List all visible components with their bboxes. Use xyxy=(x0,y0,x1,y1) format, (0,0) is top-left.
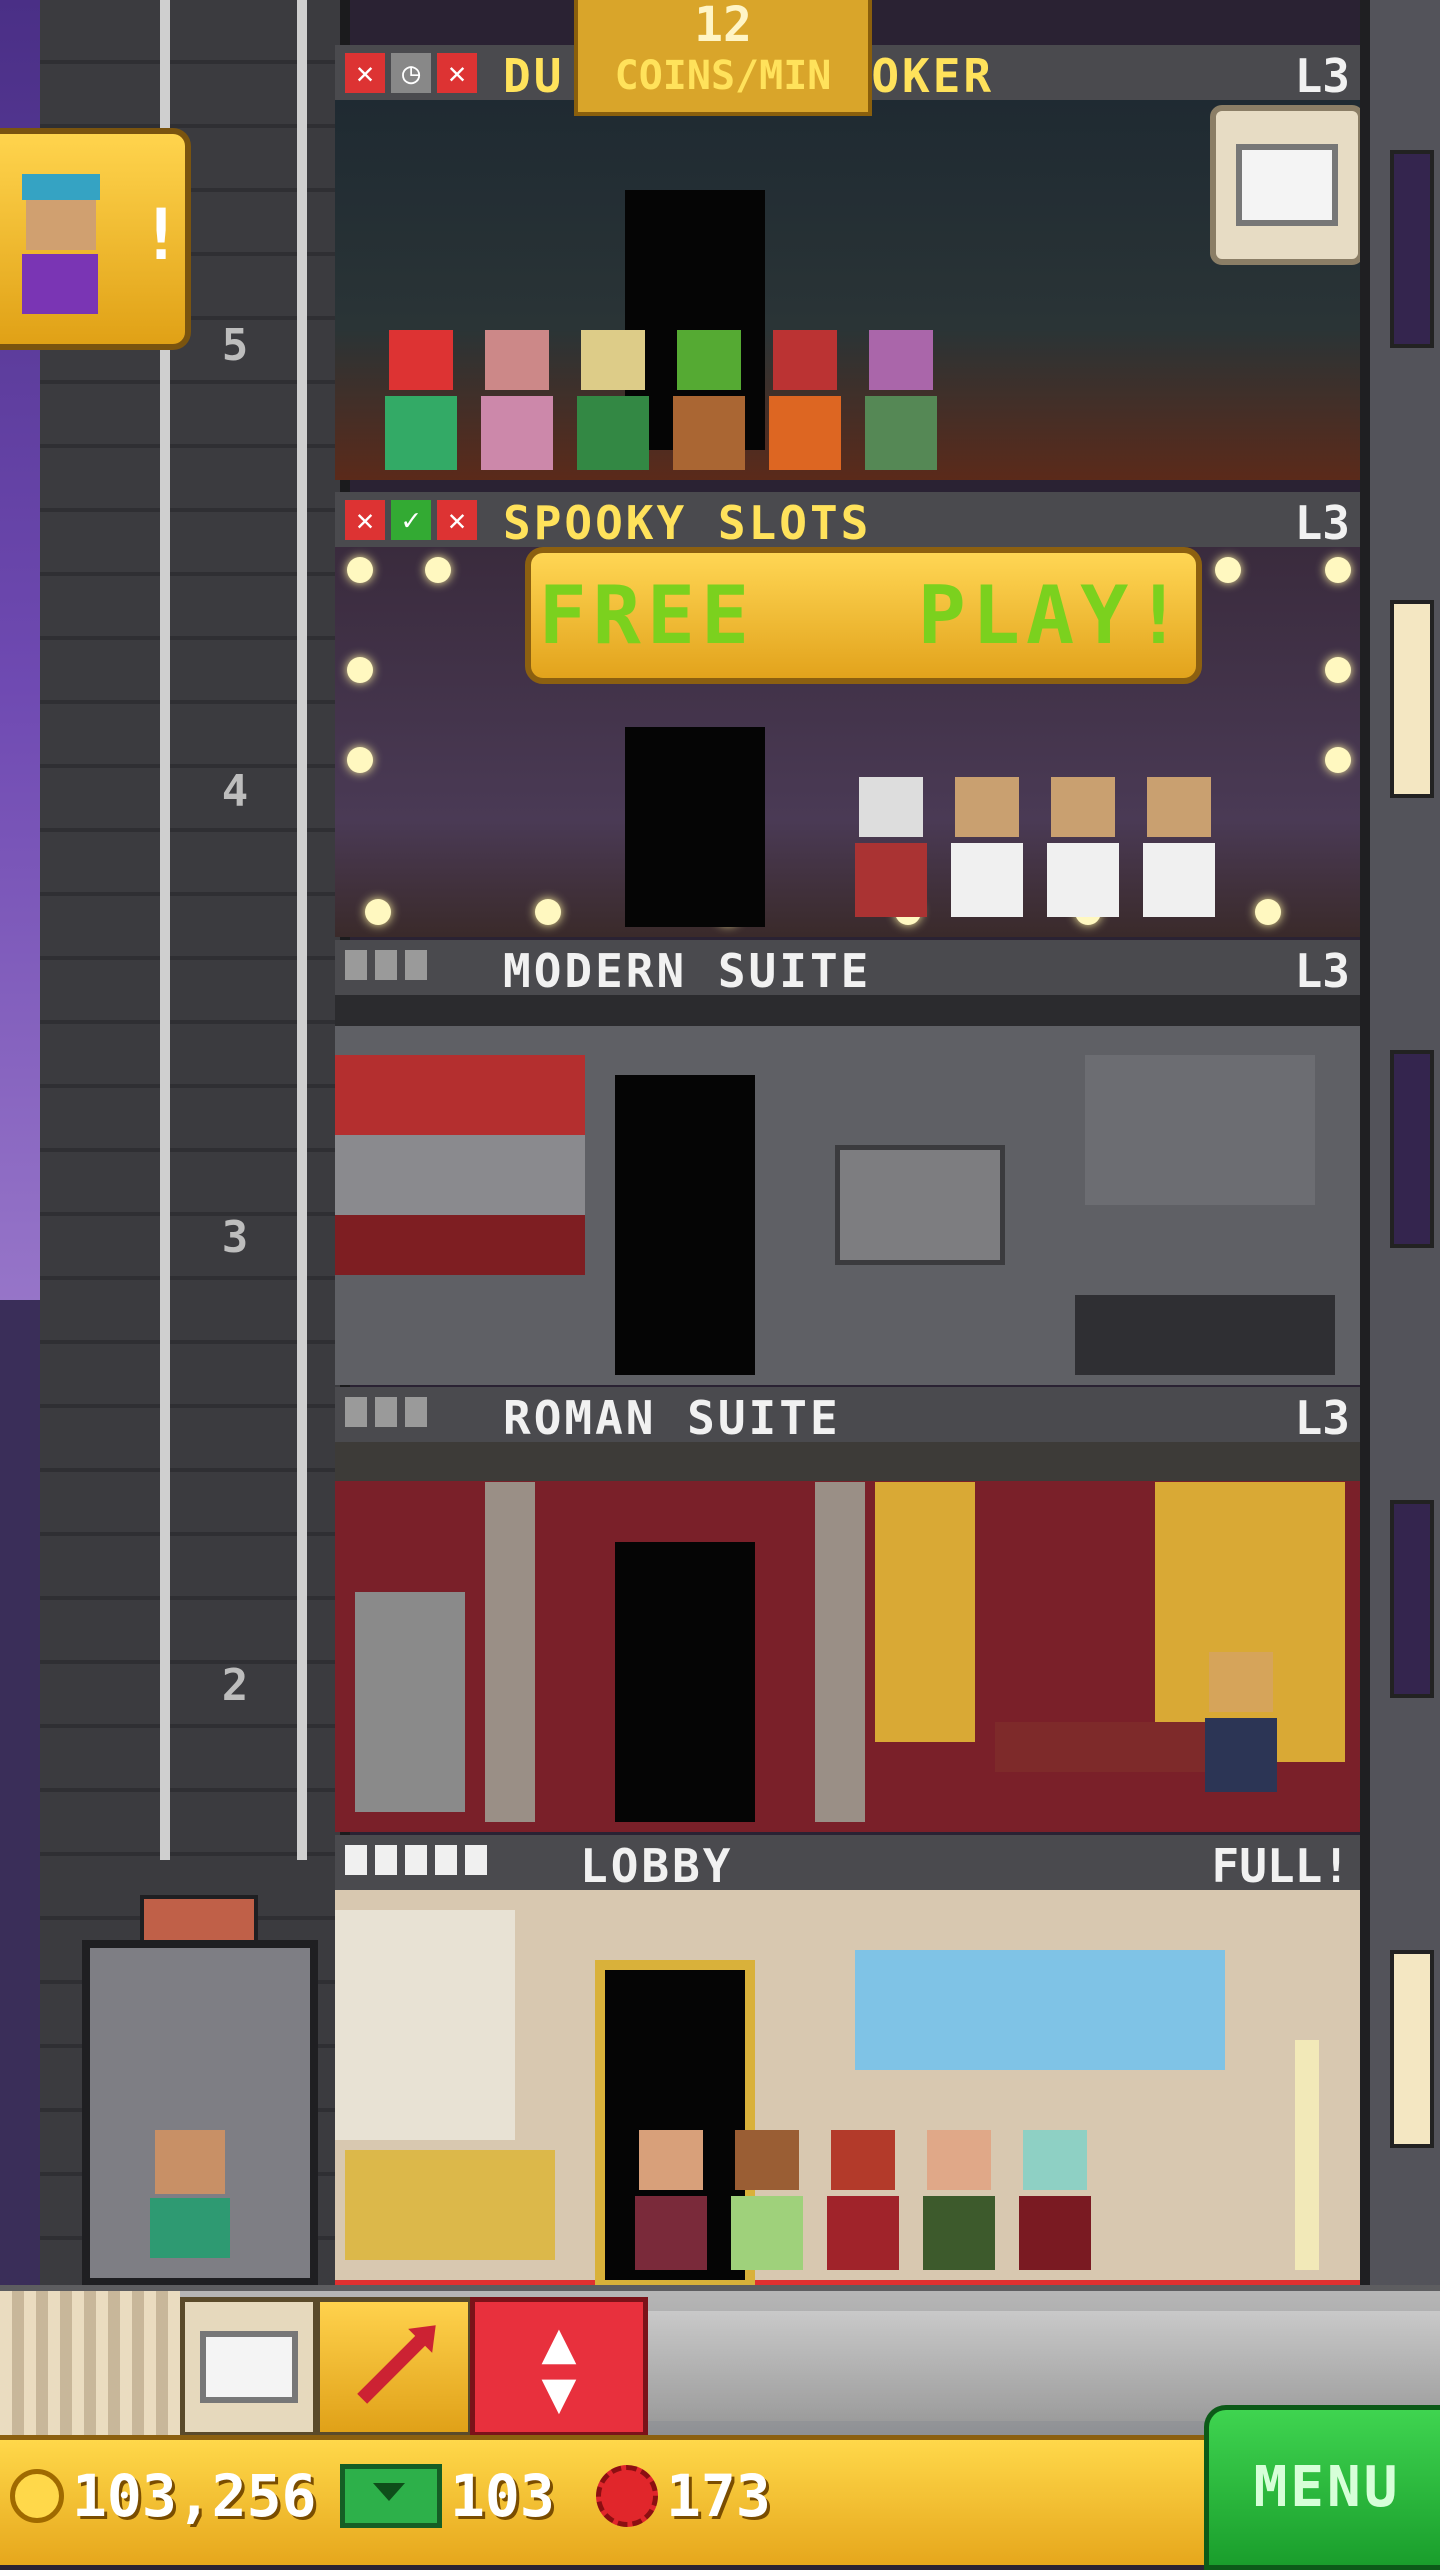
bitizens-group xyxy=(385,330,937,470)
bitizen[interactable] xyxy=(865,330,937,470)
bitizen[interactable] xyxy=(1205,1652,1277,1792)
close-icon: ✕ xyxy=(437,53,477,93)
floor-title: SPOOKY SLOTS xyxy=(503,496,872,550)
floor-header: ROMAN SUITE L3 xyxy=(335,1387,1360,1445)
gem-icon xyxy=(596,2465,658,2527)
free-play-banner[interactable]: FREE PLAY! xyxy=(525,547,1202,684)
building-edge xyxy=(1360,0,1440,2290)
clock-icon: ◷ xyxy=(391,53,431,93)
room-interior[interactable] xyxy=(335,100,1360,480)
doorway xyxy=(615,1075,755,1375)
bitizen[interactable] xyxy=(827,2130,899,2270)
gems-display[interactable]: 173 xyxy=(596,2462,771,2530)
bitizen[interactable] xyxy=(673,330,745,470)
occupancy-indicator xyxy=(345,1397,427,1427)
rocket-button[interactable] xyxy=(315,2297,473,2437)
bux-value: 103 xyxy=(450,2462,555,2530)
coins-per-min-value: 12 xyxy=(694,0,752,53)
menu-label: MENU xyxy=(1253,2455,1401,2520)
floor-title: MODERN SUITE xyxy=(503,944,872,998)
window xyxy=(1390,600,1434,798)
floor-header: ✕ ✓ ✕ SPOOKY SLOTS L3 xyxy=(335,492,1360,550)
bitizen[interactable] xyxy=(385,330,457,470)
stock-button[interactable] xyxy=(1210,105,1364,265)
floor-header: MODERN SUITE L3 xyxy=(335,940,1360,998)
bitizen[interactable] xyxy=(923,2130,995,2270)
check-icon: ✓ xyxy=(391,500,431,540)
city-skyline xyxy=(0,1300,40,2290)
occupancy-indicator xyxy=(345,950,427,980)
floor-number: 3 xyxy=(221,1212,249,1263)
bitizen[interactable] xyxy=(731,2130,803,2270)
close-icon: ✕ xyxy=(437,500,477,540)
rocket-icon xyxy=(357,2330,431,2404)
floor-number: 5 xyxy=(221,320,249,371)
floor-title: LOBBY xyxy=(580,1839,734,1893)
doorway xyxy=(615,1542,755,1822)
floor-level: L3 xyxy=(1294,49,1350,103)
bux-display[interactable]: 103 xyxy=(340,2462,555,2530)
room-interior[interactable] xyxy=(335,1442,1360,1832)
bitizens-group xyxy=(855,777,1215,917)
elevator-cable xyxy=(297,0,307,1860)
stock-all-button[interactable] xyxy=(180,2297,318,2437)
elevator-button[interactable]: ▲ ▼ xyxy=(470,2297,648,2437)
close-icon: ✕ xyxy=(345,53,385,93)
visitor-notification-button[interactable]: ! xyxy=(0,128,191,350)
occupancy-indicator xyxy=(345,1845,487,1875)
window xyxy=(1390,1950,1434,2148)
room-interior[interactable] xyxy=(335,995,1360,1385)
bitizen[interactable] xyxy=(1143,777,1215,917)
bitizen[interactable] xyxy=(1047,777,1119,917)
bitizen[interactable] xyxy=(635,2130,707,2270)
floor-status: FULL! xyxy=(1211,1839,1350,1893)
window xyxy=(1390,150,1434,348)
coins-display: 103,256 xyxy=(10,2462,316,2530)
floor-level: L3 xyxy=(1294,496,1350,550)
bitizen[interactable] xyxy=(855,777,927,917)
elevator-passenger[interactable] xyxy=(150,2130,230,2260)
coins-per-min-label: COINS/MIN xyxy=(614,53,832,99)
room-interior[interactable] xyxy=(335,1890,1360,2290)
floor-level: L3 xyxy=(1294,1391,1350,1445)
close-icon: ✕ xyxy=(345,500,385,540)
doorway xyxy=(625,727,765,927)
crate-icon xyxy=(200,2331,298,2403)
window xyxy=(1390,1050,1434,1248)
bitizens-group xyxy=(635,2130,1091,2270)
gems-value: 173 xyxy=(666,2462,771,2530)
floor-level: L3 xyxy=(1294,944,1350,998)
alert-icon: ! xyxy=(140,194,183,276)
coin-icon xyxy=(10,2469,64,2523)
window xyxy=(1390,1500,1434,1698)
menu-button[interactable]: MENU xyxy=(1204,2405,1440,2570)
bitizen[interactable] xyxy=(481,330,553,470)
build-floor-strip[interactable] xyxy=(0,2291,180,2436)
bitizen-avatar xyxy=(22,174,102,314)
crate-icon xyxy=(1236,144,1338,226)
floor-title: ROMAN SUITE xyxy=(503,1391,841,1445)
status-icons: ✕ ✓ ✕ xyxy=(345,500,477,540)
floor-number: 2 xyxy=(221,1660,249,1711)
status-icons: ✕ ◷ ✕ xyxy=(345,53,477,93)
coins-value: 103,256 xyxy=(72,2462,317,2530)
bux-icon xyxy=(340,2464,442,2528)
floor-header: LOBBY FULL! xyxy=(335,1835,1360,1893)
up-down-icon: ▲ ▼ xyxy=(541,2308,577,2426)
coins-per-min-badge: 12 COINS/MIN xyxy=(574,0,872,116)
free-play-label: FREE PLAY! xyxy=(538,569,1189,662)
bitizen[interactable] xyxy=(1019,2130,1091,2270)
bitizen[interactable] xyxy=(951,777,1023,917)
bitizen[interactable] xyxy=(577,330,649,470)
floor-number: 4 xyxy=(221,766,249,817)
bitizen[interactable] xyxy=(769,330,841,470)
